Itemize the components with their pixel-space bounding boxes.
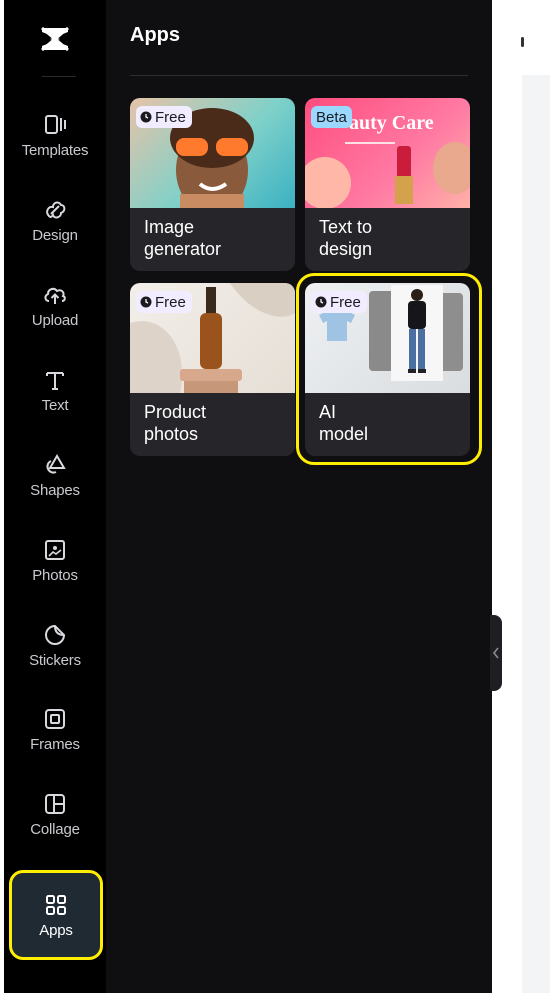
text-to-design-thumbnail: auty Care Beta xyxy=(305,98,470,208)
sidebar-item-shapes[interactable]: Shapes xyxy=(4,452,106,522)
chevron-left-icon xyxy=(492,647,499,659)
sidebar-item-collage[interactable]: Collage xyxy=(4,791,106,861)
apps-panel: Apps Free Image generator auty Care Beta… xyxy=(106,0,492,993)
app-card-text-to-design[interactable]: auty Care Beta Text to design xyxy=(305,98,470,271)
sidebar-item-design[interactable]: Design xyxy=(4,197,106,267)
sidebar-item-text[interactable]: Text xyxy=(4,367,106,437)
stickers-icon xyxy=(42,622,68,648)
product-photos-thumbnail: Free xyxy=(130,283,295,393)
app-name: Image generator xyxy=(144,217,222,259)
panel-divider xyxy=(130,75,468,76)
image-generator-thumbnail: Free xyxy=(130,98,295,208)
shapes-icon xyxy=(42,452,68,478)
free-badge: Free xyxy=(136,106,192,128)
sidebar-item-stickers[interactable]: Stickers xyxy=(4,622,106,692)
sidebar-item-label: Frames xyxy=(30,736,80,753)
sidebar-item-frames[interactable]: Frames xyxy=(4,706,106,776)
clock-icon xyxy=(315,296,327,308)
sidebar-item-upload[interactable]: Upload xyxy=(4,282,106,352)
sidebar-item-apps[interactable]: Apps xyxy=(9,870,103,960)
clock-icon xyxy=(140,111,152,123)
sidebar-item-label: Stickers xyxy=(29,652,81,669)
badge-label: Free xyxy=(330,293,361,311)
app-frame: Templates Design Upload Text Shapes Phot… xyxy=(0,0,550,993)
sidebar-rail: Templates Design Upload Text Shapes Phot… xyxy=(4,0,106,993)
photos-icon xyxy=(42,537,68,563)
capcut-logo-icon[interactable] xyxy=(38,22,72,56)
badge-label: Beta xyxy=(316,108,347,126)
badge-label: Free xyxy=(155,293,186,311)
rail-divider xyxy=(42,76,76,77)
app-card-image-generator[interactable]: Free Image generator xyxy=(130,98,295,271)
thumbnail-headline: auty Care xyxy=(349,112,434,134)
canvas-area xyxy=(492,0,550,993)
app-name: AI model xyxy=(319,402,369,444)
ai-model-thumbnail: Free xyxy=(305,283,470,393)
app-card-ai-model[interactable]: Free AI model xyxy=(305,283,470,456)
apps-icon xyxy=(43,892,69,918)
upload-icon xyxy=(42,282,68,308)
free-badge: Free xyxy=(311,291,367,313)
sidebar-item-label: Text xyxy=(41,397,69,414)
panel-title: Apps xyxy=(130,24,180,46)
sidebar-item-label: Templates xyxy=(21,142,89,159)
sidebar-item-photos[interactable]: Photos xyxy=(4,537,106,607)
sidebar-item-templates[interactable]: Templates xyxy=(4,112,106,182)
sidebar-item-label: Photos xyxy=(32,567,78,584)
collage-icon xyxy=(42,791,68,817)
sidebar-item-label: Shapes xyxy=(30,482,80,499)
sidebar-item-label: Apps xyxy=(39,921,73,939)
beta-badge: Beta xyxy=(311,106,352,128)
sidebar-item-label: Design xyxy=(32,227,78,244)
design-icon xyxy=(42,197,68,223)
frames-icon xyxy=(42,706,68,732)
sidebar-item-label: Upload xyxy=(31,312,79,329)
sidebar-item-label: Collage xyxy=(30,821,80,838)
canvas-background xyxy=(522,75,550,993)
text-icon xyxy=(42,367,68,393)
app-name: Text to design xyxy=(319,217,373,259)
clock-icon xyxy=(140,296,152,308)
templates-icon xyxy=(42,112,68,138)
app-card-product-photos[interactable]: Free Product photos xyxy=(130,283,295,456)
app-name: Product photos xyxy=(144,402,207,444)
toolbar-edge-icon xyxy=(521,37,524,47)
collapse-panel-button[interactable] xyxy=(490,615,502,691)
free-badge: Free xyxy=(136,291,192,313)
badge-label: Free xyxy=(155,108,186,126)
